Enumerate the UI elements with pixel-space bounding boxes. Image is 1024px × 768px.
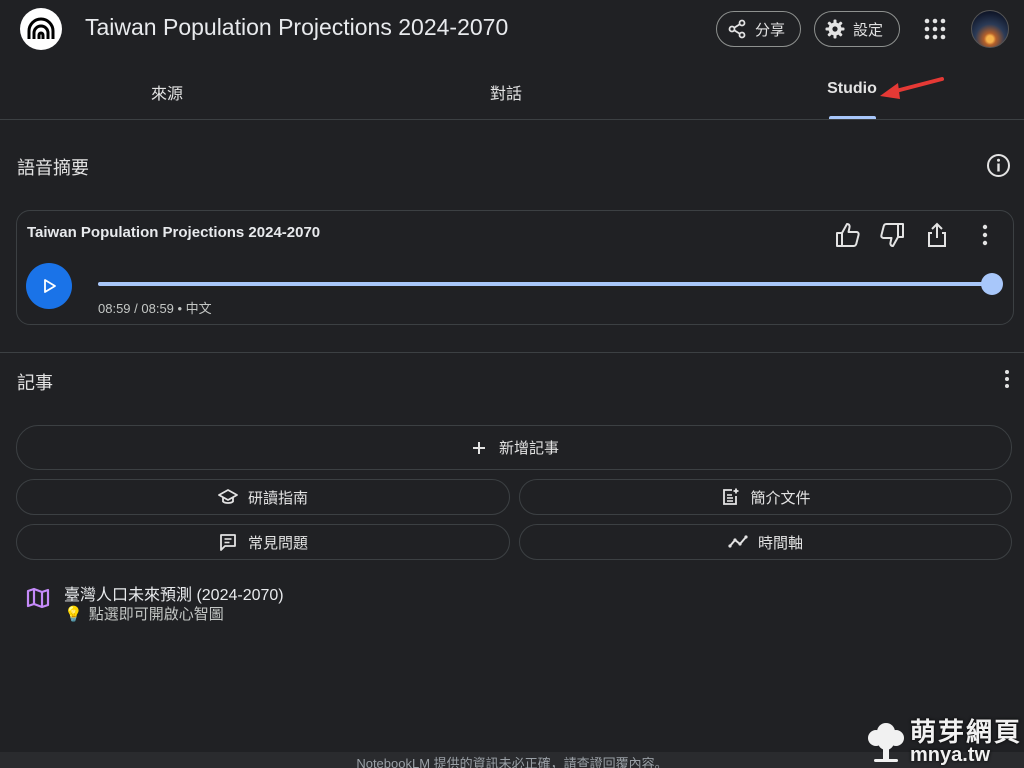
post-add-icon bbox=[723, 488, 739, 505]
more-vert-icon[interactable] bbox=[995, 367, 1019, 391]
notebook-title[interactable]: Taiwan Population Projections 2024-2070 bbox=[85, 14, 508, 41]
briefing-doc-button[interactable]: 簡介文件 bbox=[519, 479, 1012, 515]
share-label: 分享 bbox=[755, 21, 786, 39]
play-button[interactable] bbox=[26, 263, 72, 309]
gear-icon bbox=[825, 19, 845, 39]
tab-sources[interactable]: 來源 bbox=[151, 80, 183, 104]
plus-icon bbox=[472, 441, 485, 454]
study-guide-button[interactable]: 研讀指南 bbox=[16, 479, 510, 515]
audio-progress-slider[interactable] bbox=[98, 273, 1003, 295]
share-button[interactable]: 分享 bbox=[716, 11, 801, 47]
tab-chat[interactable]: 對話 bbox=[490, 80, 522, 104]
play-icon bbox=[44, 279, 56, 293]
watermark-name: 萌芽網頁 bbox=[910, 717, 1023, 747]
annotation-arrow-icon bbox=[880, 77, 944, 99]
lightbulb-icon: 💡 bbox=[64, 606, 83, 623]
timeline-label: 時間軸 bbox=[757, 534, 803, 552]
section-divider bbox=[0, 352, 1024, 353]
audio-overview-heading: 語音摘要 bbox=[17, 158, 89, 178]
note-item-mindmap[interactable]: 臺灣人口未來預測 (2024-2070) 💡 點選即可開啟心智圖 bbox=[26, 580, 526, 624]
quiz-icon bbox=[220, 534, 236, 551]
tab-studio[interactable]: Studio bbox=[827, 80, 877, 98]
watermark: 萌芽網頁 mnya.tw bbox=[866, 718, 1022, 766]
active-tab-indicator bbox=[829, 116, 876, 119]
note-title: 臺灣人口未來預測 (2024-2070) bbox=[64, 587, 284, 604]
more-vert-icon[interactable] bbox=[971, 221, 999, 249]
audio-progress-fill bbox=[98, 282, 992, 286]
tab-bar: 來源 對話 Studio bbox=[0, 62, 1024, 120]
watermark-url: mnya.tw bbox=[910, 744, 991, 766]
tree-logo-icon bbox=[868, 723, 904, 762]
settings-button[interactable]: 設定 bbox=[814, 11, 900, 47]
share-icon bbox=[728, 19, 746, 39]
notes-heading: 記事 bbox=[17, 373, 53, 393]
map-icon bbox=[26, 587, 50, 609]
audio-progress-knob[interactable] bbox=[981, 273, 1003, 295]
school-icon bbox=[218, 489, 238, 504]
notebooklm-logo[interactable] bbox=[20, 8, 62, 50]
apps-grid-icon[interactable] bbox=[922, 16, 948, 42]
audio-card-title: Taiwan Population Projections 2024-2070 bbox=[27, 224, 321, 241]
logo-icon bbox=[27, 17, 55, 39]
avatar[interactable] bbox=[971, 10, 1009, 48]
settings-label: 設定 bbox=[853, 21, 884, 39]
briefing-doc-label: 簡介文件 bbox=[750, 489, 811, 507]
info-icon[interactable] bbox=[986, 153, 1011, 178]
thumb-down-icon[interactable] bbox=[878, 221, 906, 249]
audio-overview-card: Taiwan Population Projections 2024-2070 … bbox=[16, 210, 1014, 325]
audio-time-label: 08:59 / 08:59 • 中文 bbox=[98, 301, 212, 316]
note-hint: 💡 點選即可開啟心智圖 bbox=[64, 603, 224, 624]
add-note-label: 新增記事 bbox=[498, 440, 559, 457]
study-guide-label: 研讀指南 bbox=[247, 489, 308, 507]
add-note-button[interactable]: 新增記事 bbox=[16, 425, 1012, 470]
share-export-icon[interactable] bbox=[923, 221, 951, 249]
top-bar: Taiwan Population Projections 2024-2070 … bbox=[0, 0, 1024, 58]
faq-label: 常見問題 bbox=[247, 534, 308, 552]
note-hint-text: 點選即可開啟心智圖 bbox=[88, 606, 224, 623]
timeline-button[interactable]: 時間軸 bbox=[519, 524, 1012, 560]
timeline-icon bbox=[728, 535, 748, 548]
faq-button[interactable]: 常見問題 bbox=[16, 524, 510, 560]
thumb-up-icon[interactable] bbox=[834, 221, 862, 249]
